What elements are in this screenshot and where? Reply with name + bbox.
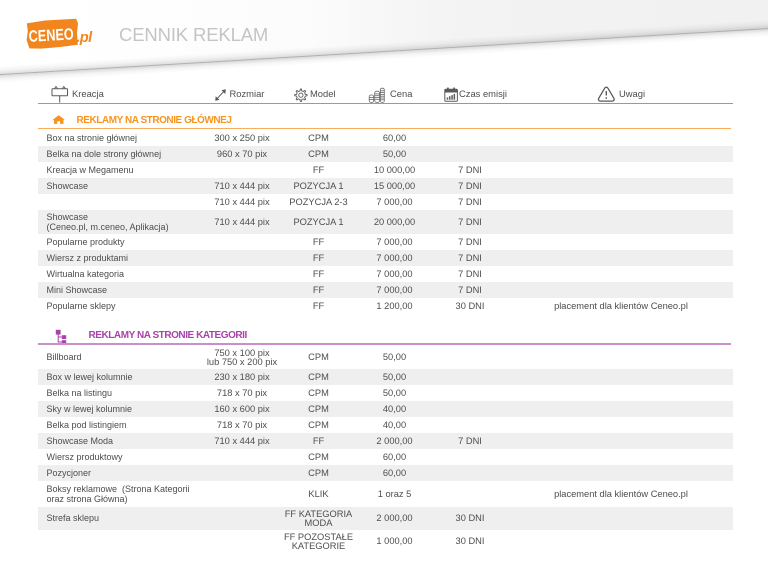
- svg-text:CENEO: CENEO: [28, 25, 74, 46]
- svg-text:.pl: .pl: [76, 30, 93, 46]
